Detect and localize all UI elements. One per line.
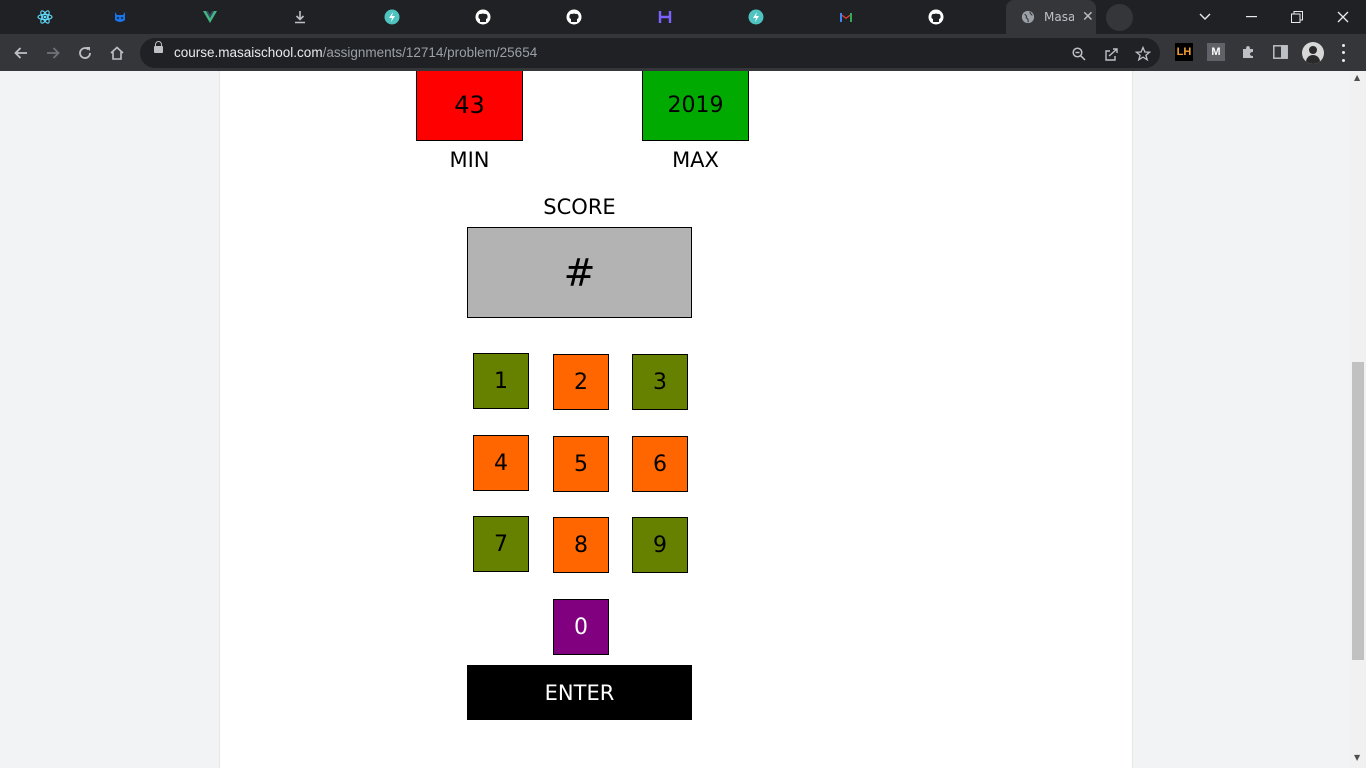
enter-button[interactable]: ENTER — [467, 665, 692, 720]
score-label: SCORE — [543, 195, 616, 219]
profile-avatar[interactable] — [1302, 42, 1324, 64]
minimize-icon — [1245, 16, 1257, 18]
vue-icon — [202, 9, 218, 25]
bookmark-star-icon[interactable] — [1133, 44, 1153, 64]
min-label: MIN — [449, 148, 490, 172]
share-icon[interactable] — [1101, 44, 1121, 64]
bolt-icon — [748, 9, 764, 25]
minimize-button[interactable] — [1228, 0, 1274, 34]
key-6-button[interactable]: 6 — [632, 436, 688, 492]
min-value: 43 — [454, 91, 485, 119]
max-label: MAX — [672, 148, 719, 172]
url-path: /assignments/12714/problem/25654 — [322, 45, 538, 60]
url-host: course.masaischool.com — [174, 45, 323, 60]
github-icon — [928, 9, 944, 25]
lighthouse-extension-icon[interactable]: LH — [1175, 43, 1193, 61]
download-icon — [292, 9, 308, 25]
max-value: 2019 — [667, 92, 724, 118]
key-2-button[interactable]: 2 — [553, 354, 609, 410]
restore-icon — [1291, 11, 1303, 23]
reload-button[interactable] — [72, 40, 98, 66]
key-1-button[interactable]: 1 — [473, 353, 529, 409]
key-9-button[interactable]: 9 — [632, 517, 688, 573]
max-value-box: 2019 — [642, 71, 749, 141]
new-tab-button[interactable] — [1106, 4, 1133, 31]
extensions-puzzle-icon[interactable] — [1239, 43, 1257, 61]
active-tab-title: Masai School — [1044, 10, 1074, 24]
m-extension-icon[interactable]: M — [1207, 43, 1225, 61]
key-4-button[interactable]: 4 — [473, 435, 529, 491]
zoom-icon[interactable] — [1069, 44, 1089, 64]
tab-search-button[interactable] — [1182, 0, 1228, 34]
tab-download[interactable] — [255, 0, 345, 34]
tab-h[interactable] — [620, 0, 710, 34]
bolt-icon — [384, 9, 400, 25]
tab-masai-active[interactable]: Masai School ✕ — [1006, 0, 1096, 34]
key-7-button[interactable]: 7 — [473, 516, 529, 572]
cat-icon — [112, 9, 128, 25]
github-icon — [566, 9, 582, 25]
restore-button[interactable] — [1274, 0, 1320, 34]
tab-close-icon[interactable]: ✕ — [1082, 9, 1094, 25]
page-scrollbar[interactable]: ▲ ▼ — [1350, 71, 1366, 768]
side-panel-icon[interactable] — [1271, 43, 1289, 61]
h-icon — [657, 9, 673, 25]
tab-vue[interactable] — [165, 0, 255, 34]
scrollbar-thumb[interactable] — [1352, 362, 1364, 660]
github-icon — [475, 9, 491, 25]
back-arrow-icon — [14, 47, 27, 59]
home-icon — [110, 46, 124, 60]
url-text[interactable]: course.masaischool.com/assignments/12714… — [174, 45, 537, 60]
lock-icon — [154, 41, 163, 53]
tab-github-2[interactable] — [529, 0, 619, 34]
globe-icon — [1020, 9, 1036, 25]
min-value-box: 43 — [416, 71, 523, 141]
tab-github-1[interactable] — [438, 0, 528, 34]
forward-arrow-icon — [47, 47, 60, 59]
key-0-button[interactable]: 0 — [553, 599, 609, 655]
close-icon — [1337, 11, 1349, 23]
tab-cat[interactable] — [75, 0, 165, 34]
key-8-button[interactable]: 8 — [553, 517, 609, 573]
tab-github-3[interactable] — [891, 0, 981, 34]
browser-toolbar: course.masaischool.com/assignments/12714… — [0, 34, 1366, 71]
tab-gmail[interactable] — [801, 0, 891, 34]
page-viewport: 43 2019 MIN MAX SCORE # 1 2 3 4 5 6 7 8 … — [0, 71, 1366, 768]
react-icon — [37, 9, 53, 25]
tab-bolt-2[interactable] — [711, 0, 801, 34]
content-panel — [219, 71, 1133, 768]
browser-menu-icon[interactable] — [1340, 42, 1346, 64]
home-button[interactable] — [104, 40, 130, 66]
back-button[interactable] — [8, 40, 34, 66]
reload-icon — [79, 47, 91, 59]
close-window-button[interactable] — [1320, 0, 1366, 34]
key-3-button[interactable]: 3 — [632, 354, 688, 410]
address-bar[interactable]: course.masaischool.com/assignments/12714… — [140, 38, 1160, 68]
forward-button[interactable] — [40, 40, 66, 66]
tab-bolt-1[interactable] — [347, 0, 437, 34]
chevron-down-icon — [1199, 13, 1211, 20]
score-value: # — [563, 250, 596, 295]
tab-strip: Masai School ✕ — [0, 0, 1366, 34]
scroll-up-arrow-icon[interactable]: ▲ — [1354, 73, 1360, 82]
score-display: # — [467, 227, 692, 318]
key-5-button[interactable]: 5 — [553, 436, 609, 492]
scroll-down-arrow-icon[interactable]: ▼ — [1354, 753, 1360, 762]
gmail-icon — [838, 9, 854, 25]
